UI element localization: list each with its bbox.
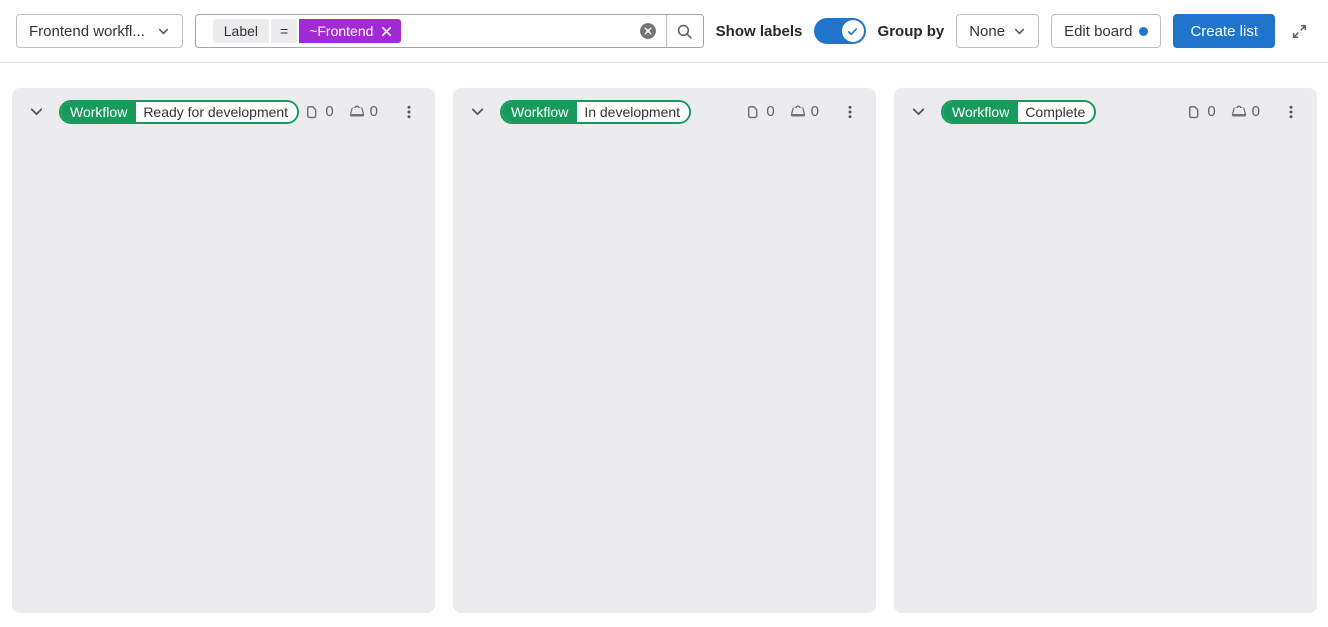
- list-body[interactable]: [12, 134, 435, 613]
- issues-icon: [745, 104, 761, 120]
- check-icon: [846, 25, 859, 38]
- items-count: 0: [766, 103, 774, 120]
- list-body[interactable]: [894, 134, 1317, 613]
- list-settings-button[interactable]: [397, 100, 421, 124]
- issues-icon: [1186, 104, 1202, 120]
- chevron-down-icon: [1013, 25, 1026, 38]
- chevron-down-icon: [469, 103, 486, 120]
- list-body[interactable]: [453, 134, 876, 613]
- notification-dot: [1139, 27, 1148, 36]
- weight-icon: [1231, 104, 1247, 120]
- list-counts: 0 0: [304, 103, 378, 120]
- list-settings-button[interactable]: [1279, 100, 1303, 124]
- items-count: 0: [325, 103, 333, 120]
- board-switcher-dropdown[interactable]: Frontend workfl...: [16, 14, 183, 48]
- ellipsis-vertical-icon: [1283, 104, 1299, 120]
- search-button[interactable]: [667, 15, 703, 47]
- list-counts: 0 0: [1186, 103, 1260, 120]
- items-count: 0: [1207, 103, 1215, 120]
- collapse-list-button[interactable]: [465, 99, 490, 124]
- ellipsis-vertical-icon: [401, 104, 417, 120]
- board-switcher-label: Frontend workfl...: [29, 23, 145, 40]
- collapse-list-button[interactable]: [906, 99, 931, 124]
- group-by-label: Group by: [878, 23, 945, 40]
- filter-token[interactable]: Label = ~Frontend: [213, 19, 402, 43]
- filter-token-key[interactable]: Label: [213, 19, 269, 43]
- weight-count: 0: [1252, 103, 1260, 120]
- list-header: Workflow Ready for development 0 0: [12, 88, 435, 134]
- list-counts: 0 0: [745, 103, 819, 120]
- ellipsis-vertical-icon: [842, 104, 858, 120]
- filter-token-operator[interactable]: =: [271, 19, 297, 43]
- maximize-icon: [1291, 23, 1308, 40]
- filter-token-value[interactable]: ~Frontend: [299, 19, 401, 43]
- board-list-in-development: Workflow In development 0 0: [453, 88, 876, 613]
- chevron-down-icon: [910, 103, 927, 120]
- list-header: Workflow In development 0 0: [453, 88, 876, 134]
- group-by-value: None: [969, 23, 1005, 40]
- fullscreen-button[interactable]: [1287, 19, 1312, 44]
- list-header: Workflow Complete 0 0: [894, 88, 1317, 134]
- scoped-label[interactable]: Workflow Ready for development: [59, 100, 299, 124]
- board-list-complete: Workflow Complete 0 0: [894, 88, 1317, 613]
- show-labels-label: Show labels: [716, 23, 803, 40]
- chevron-down-icon: [28, 103, 45, 120]
- weight-icon: [349, 104, 365, 120]
- clear-icon: [639, 22, 657, 40]
- group-by-dropdown[interactable]: None: [956, 14, 1039, 48]
- list-settings-button[interactable]: [838, 100, 862, 124]
- weight-icon: [790, 104, 806, 120]
- issues-icon: [304, 104, 320, 120]
- filter-input-area[interactable]: Label = ~Frontend: [196, 15, 666, 47]
- weight-count: 0: [811, 103, 819, 120]
- filter-bar[interactable]: Label = ~Frontend: [195, 14, 704, 48]
- edit-board-button[interactable]: Edit board: [1051, 14, 1161, 48]
- clear-search-button[interactable]: [638, 21, 658, 41]
- scoped-label[interactable]: Workflow Complete: [941, 100, 1096, 124]
- weight-count: 0: [370, 103, 378, 120]
- show-labels-toggle[interactable]: [814, 18, 865, 44]
- create-list-button[interactable]: Create list: [1173, 14, 1275, 48]
- issue-board: Workflow Ready for development 0 0: [0, 63, 1328, 627]
- scoped-label[interactable]: Workflow In development: [500, 100, 691, 124]
- chevron-down-icon: [157, 25, 170, 38]
- collapse-list-button[interactable]: [24, 99, 49, 124]
- board-list-ready-for-development: Workflow Ready for development 0 0: [12, 88, 435, 613]
- close-icon[interactable]: [380, 25, 393, 38]
- top-bar: Frontend workfl... Label = ~Frontend: [0, 0, 1328, 63]
- search-icon: [676, 23, 693, 40]
